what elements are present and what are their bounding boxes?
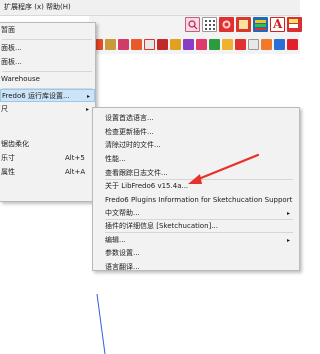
menu-item-panel-1[interactable]: 面板... (0, 42, 95, 55)
menu-item-properties[interactable]: 属性 Alt+A (0, 166, 95, 179)
menu-item-size[interactable]: 乐寸 Alt+5 (0, 152, 95, 165)
submenu-arrow-icon: ▸ (287, 237, 291, 244)
submenu-item-performance[interactable]: 性能... (105, 155, 126, 164)
submenu-item-plugin-details[interactable]: 插件的详细信息 [Sketchucation]... (105, 222, 218, 231)
submenu-item-parameters[interactable]: 参数设置... (105, 249, 140, 258)
submenu-arrow-icon: ▸ (287, 210, 291, 217)
menu-item-warehouse[interactable]: Warehouse (0, 73, 95, 86)
tool-icon-4[interactable] (131, 39, 142, 50)
menu-separator (2, 71, 92, 72)
submenu-item-translation[interactable]: 语言翻译... (105, 263, 140, 272)
submenu-separator (105, 179, 293, 180)
menu-item-shortcut: Alt+A (65, 168, 86, 176)
submenu-item-purge-obsolete[interactable]: 清除过时的文件... (105, 141, 161, 150)
toolbar: A (89, 16, 302, 54)
submenu-item-help[interactable]: 中文帮助... (105, 209, 140, 218)
menu-item-label: 属性 (1, 168, 15, 176)
menu-item-label: 锯齿柔化 (1, 140, 29, 148)
menu-help[interactable]: 帮助(H) (46, 3, 71, 12)
grid-icon[interactable] (202, 17, 217, 32)
search-grid-icon[interactable] (185, 17, 200, 32)
menu-item-label: 面板... (1, 44, 22, 52)
menu-item-label: Warehouse (1, 75, 40, 83)
tool-icon-14[interactable] (261, 39, 272, 50)
menu-item-label: 乐寸 (1, 154, 15, 162)
submenu-item-check-updates[interactable]: 检查更新插件... (105, 128, 154, 137)
extensions-dropdown-menu: 暂面 面板... 面板... Warehouse Fredo6 运行库设置...… (0, 22, 96, 202)
blue-axis-line (96, 294, 106, 354)
tool-icon-8[interactable] (183, 39, 194, 50)
menu-item-ruler[interactable]: 尺 ▸ (0, 103, 95, 116)
submenu-separator (105, 219, 293, 220)
tool-icon-5[interactable] (144, 39, 155, 50)
fredo6-settings-submenu: 设置首选语言... 检查更新插件... 清除过时的文件... 性能... 查看跟… (92, 107, 300, 271)
tool-icon-3[interactable] (118, 39, 129, 50)
tool-icon-9[interactable] (196, 39, 207, 50)
submenu-separator (105, 232, 293, 233)
submenu-arrow-icon: ▸ (87, 93, 91, 100)
tool-icon-6[interactable] (157, 39, 168, 50)
tool-icon-12[interactable] (235, 39, 246, 50)
tool-icon-2[interactable] (105, 39, 116, 50)
menu-extensions[interactable]: 扩展程序 (x) (4, 3, 44, 12)
tool-icon-7[interactable] (170, 39, 181, 50)
submenu-item-edit[interactable]: 编辑... (105, 236, 126, 245)
menu-bar: 扩展程序 (x) 帮助(H) (0, 0, 300, 16)
text-icon[interactable]: A (270, 17, 285, 32)
submenu-item-set-language[interactable]: 设置首选语言... (105, 114, 154, 123)
tool-icon-16[interactable] (287, 39, 298, 50)
submenu-item-about-libfredo6[interactable]: 关于 LibFredo6 v15.4a... (105, 182, 188, 191)
menu-item-fredo6-settings[interactable]: Fredo6 运行库设置... ▸ (0, 89, 95, 102)
layers-icon[interactable] (253, 17, 268, 32)
puzzle-icon[interactable] (236, 17, 251, 32)
menu-item-panel-0[interactable]: 暂面 (0, 24, 95, 37)
menu-item-label: 暂面 (1, 26, 15, 34)
menu-item-label: 面板... (1, 58, 22, 66)
tool-icon-11[interactable] (222, 39, 233, 50)
menu-separator (2, 39, 92, 40)
submenu-item-plugins-info[interactable]: Fredo6 Plugins Information for Sketchuca… (105, 196, 292, 205)
submenu-item-trace-log[interactable]: 查看跟踪日志文件... (105, 169, 168, 178)
submenu-arrow-icon: ▸ (86, 106, 90, 113)
menu-item-panel-2[interactable]: 面板... (0, 56, 95, 69)
tool-icon-15[interactable] (274, 39, 285, 50)
tool-icon-13[interactable] (248, 39, 259, 50)
tool-icon-10[interactable] (209, 39, 220, 50)
menu-item-shortcut: Alt+5 (65, 154, 85, 162)
menu-item-label: 尺 (1, 105, 8, 113)
menu-item-soften[interactable]: 锯齿柔化 (0, 138, 95, 151)
red-shape-icon[interactable] (219, 17, 234, 32)
menu-item-label: Fredo6 运行库设置... (2, 92, 70, 100)
badge-icon[interactable] (287, 17, 302, 32)
